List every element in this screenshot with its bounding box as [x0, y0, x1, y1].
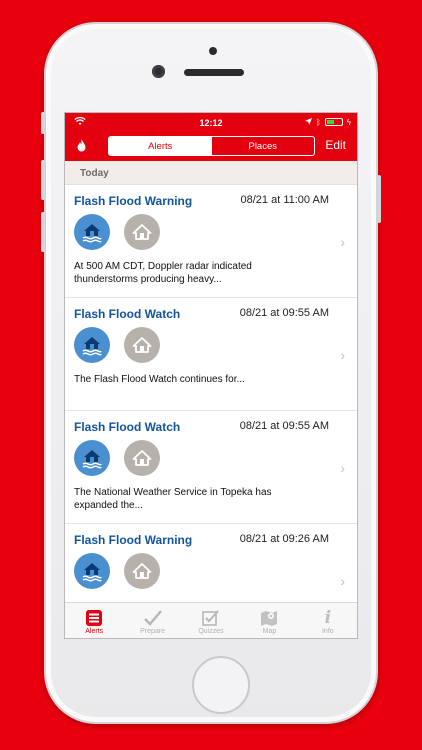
alert-row[interactable]: Flash Flood Warning 08/21 at 11:00 AM At… [65, 185, 357, 298]
section-header-today: Today [65, 161, 357, 185]
volume-down-button [41, 212, 45, 252]
home-button[interactable] [192, 656, 250, 714]
charging-bolt-icon: ϟ [346, 117, 351, 127]
tab-bar: Alerts Prepare Quizzes Map i Info [65, 602, 357, 638]
alert-date: 08/21 at 09:26 AM [239, 533, 329, 545]
alert-row[interactable]: Flash Flood Watch 08/21 at 09:55 AM The … [65, 298, 357, 411]
proximity-sensor [209, 47, 217, 55]
home-icon [124, 553, 160, 589]
power-button [377, 175, 381, 223]
volume-up-button [41, 160, 45, 200]
alert-row[interactable]: Flash Flood Watch 08/21 at 09:55 AM The … [65, 411, 357, 524]
alerts-places-segmented-control: Alerts Places [108, 136, 315, 156]
tab-label: Info [321, 628, 334, 635]
flood-house-icon [74, 327, 110, 363]
alerts-list: Flash Flood Warning 08/21 at 11:00 AM At… [65, 185, 357, 637]
alert-title: Flash Flood Watch [74, 307, 181, 321]
home-icon [124, 440, 160, 476]
chevron-right-icon: › [340, 573, 345, 589]
checkbox-icon [201, 608, 221, 628]
chevron-right-icon: › [340, 234, 345, 250]
tab-alerts[interactable]: Alerts [65, 603, 123, 638]
alert-description: The National Weather Service in Topeka h… [74, 487, 272, 511]
edit-button[interactable]: Edit [325, 138, 346, 152]
tab-label: Prepare [140, 628, 166, 635]
flood-house-icon [74, 553, 110, 589]
tab-map[interactable]: Map [240, 603, 298, 638]
alert-title: Flash Flood Warning [74, 194, 193, 208]
segment-alerts[interactable]: Alerts [109, 137, 212, 155]
tab-label: Map [262, 628, 277, 635]
mute-switch [41, 112, 45, 134]
navigation-bar: Alerts Places Edit [65, 133, 357, 161]
home-icon [124, 327, 160, 363]
chevron-right-icon: › [340, 347, 345, 363]
earpiece-speaker [184, 69, 244, 76]
tab-prepare[interactable]: Prepare [123, 603, 181, 638]
tab-label: Alerts [85, 628, 104, 635]
checkmark-icon [143, 608, 163, 628]
map-icon [259, 608, 279, 628]
tab-info[interactable]: i Info [299, 603, 357, 638]
app-logo-icon [77, 139, 86, 155]
battery-icon [324, 118, 343, 126]
flood-house-icon [74, 440, 110, 476]
location-arrow-icon [304, 117, 312, 127]
alert-date: 08/21 at 09:55 AM [239, 307, 329, 319]
alert-description: At 500 AM CDT, Doppler radar indicated t… [74, 261, 252, 285]
home-icon [124, 214, 160, 250]
front-camera [152, 65, 165, 78]
status-bar: 12:12 ᛒ ϟ [65, 113, 357, 133]
alert-description: The Flash Flood Watch continues for... [74, 374, 245, 385]
tab-quizzes[interactable]: Quizzes [182, 603, 240, 638]
segment-places[interactable]: Places [212, 137, 315, 155]
alert-date: 08/21 at 09:55 AM [239, 420, 329, 432]
alert-title: Flash Flood Warning [74, 533, 193, 547]
alert-title: Flash Flood Watch [74, 420, 181, 434]
info-icon: i [324, 608, 332, 628]
flood-house-icon [74, 214, 110, 250]
list-icon [85, 608, 103, 628]
alert-date: 08/21 at 11:00 AM [240, 194, 329, 206]
bluetooth-icon: ᛒ [315, 117, 321, 127]
app-screen: 12:12 ᛒ ϟ Alerts Places Edit Today Flash… [64, 112, 358, 639]
tab-label: Quizzes [198, 628, 224, 635]
chevron-right-icon: › [340, 460, 345, 476]
